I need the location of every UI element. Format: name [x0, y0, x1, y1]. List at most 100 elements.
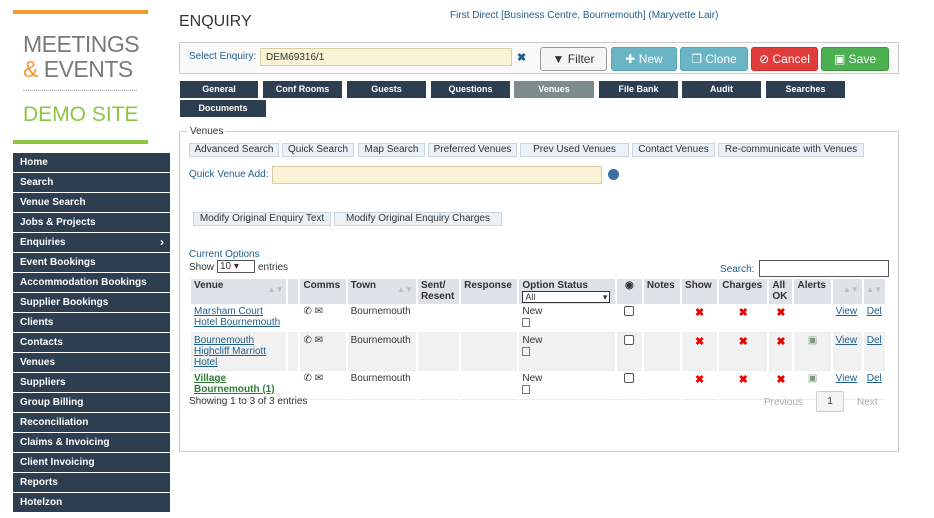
- sidebar-item-enquiries[interactable]: Enquiries ›: [13, 233, 170, 252]
- venue-link[interactable]: Village Bournemouth (1): [194, 373, 275, 395]
- tab-audit[interactable]: Audit: [682, 81, 761, 98]
- phone-icon[interactable]: ✆: [303, 373, 311, 384]
- map-search-button[interactable]: Map Search: [358, 143, 425, 157]
- sidebar-item-search[interactable]: Search: [13, 173, 170, 192]
- sidebar-item-clients[interactable]: Clients: [13, 313, 170, 332]
- town-cell: Bournemouth: [346, 304, 418, 333]
- charges-status-icon: ✖: [718, 304, 770, 333]
- col-response[interactable]: Response: [460, 279, 520, 304]
- enquiry-context: First Direct [Business Centre, Bournemou…: [450, 10, 719, 21]
- option-status-filter[interactable]: All ▾: [522, 291, 611, 303]
- search-input[interactable]: [759, 260, 889, 277]
- select-enquiry-input[interactable]: DEM69316/1: [260, 48, 512, 66]
- sidebar-item-client-invoicing[interactable]: Client Invoicing: [13, 453, 170, 472]
- alert-send-icon[interactable]: ▣: [808, 373, 817, 384]
- col-charges[interactable]: Charges: [718, 279, 770, 304]
- col-eye[interactable]: ◉: [615, 279, 644, 304]
- status-text: New: [522, 306, 543, 317]
- delete-link[interactable]: Del: [867, 306, 882, 317]
- next-page-button[interactable]: Next: [857, 397, 878, 408]
- modify-enquiry-charges-button[interactable]: Modify Original Enquiry Charges: [334, 212, 502, 226]
- sidebar-item-suppliers[interactable]: Suppliers: [13, 373, 170, 392]
- save-button[interactable]: ▣ Save: [821, 47, 889, 71]
- col-alerts[interactable]: Alerts: [793, 279, 833, 304]
- tab-questions[interactable]: Questions: [431, 81, 510, 98]
- col-comms[interactable]: Comms: [299, 279, 348, 304]
- show-label: Show: [189, 262, 215, 273]
- view-link[interactable]: View: [836, 306, 858, 317]
- sidebar-item-jobs-projects[interactable]: Jobs & Projects: [13, 213, 170, 232]
- phone-icon[interactable]: ✆: [303, 335, 311, 346]
- tab-venues[interactable]: Venues: [514, 81, 594, 98]
- document-icon[interactable]: [522, 318, 531, 327]
- email-icon[interactable]: ✉: [315, 306, 323, 317]
- email-icon[interactable]: ✉: [315, 335, 323, 346]
- tab-searches[interactable]: Searches: [766, 81, 845, 98]
- sidebar-item-venues[interactable]: Venues: [13, 353, 170, 372]
- alert-send-icon[interactable]: ▣: [808, 335, 817, 346]
- recommunicate-venues-button[interactable]: Re-communicate with Venues: [718, 143, 864, 157]
- col-town[interactable]: Town ▲▼: [346, 279, 418, 304]
- contact-venues-button[interactable]: Contact Venues: [632, 143, 715, 157]
- tab-guests[interactable]: Guests: [347, 81, 426, 98]
- view-link[interactable]: View: [836, 373, 858, 384]
- advanced-search-button[interactable]: Advanced Search: [189, 143, 279, 157]
- sidebar-item-reconciliation[interactable]: Reconciliation: [13, 413, 170, 432]
- sidebar-item-supplier-bookings[interactable]: Supplier Bookings: [13, 293, 170, 312]
- page-1-button[interactable]: 1: [816, 391, 844, 412]
- visibility-checkbox[interactable]: [624, 306, 635, 316]
- modify-enquiry-text-button[interactable]: Modify Original Enquiry Text: [193, 212, 331, 226]
- new-button[interactable]: ✚ New: [611, 47, 677, 71]
- sidebar-item-contacts[interactable]: Contacts: [13, 333, 170, 352]
- sidebar-item-reports[interactable]: Reports: [13, 473, 170, 492]
- save-icon: ▣: [833, 52, 846, 66]
- tab-documents[interactable]: Documents: [180, 100, 266, 117]
- col-allok[interactable]: All OK: [768, 279, 795, 304]
- sidebar-item-venue-search[interactable]: Venue Search: [13, 193, 170, 212]
- tab-general[interactable]: General: [180, 81, 258, 98]
- status-text: New: [522, 335, 543, 346]
- clear-icon[interactable]: ✖: [517, 51, 526, 64]
- sidebar-item-event-bookings[interactable]: Event Bookings: [13, 253, 170, 272]
- preferred-venues-button[interactable]: Preferred Venues: [428, 143, 517, 157]
- table-row: Marsham Court Hotel Bournemouth ✆ ✉ Bourne…: [191, 304, 888, 333]
- delete-link[interactable]: Del: [867, 335, 882, 346]
- venues-table: Venue ▲▼ Comms Town ▲▼ Sent/ Resent Respon…: [191, 279, 888, 400]
- col-option-status[interactable]: Option Status All ▾: [518, 279, 617, 304]
- page-size-select[interactable]: 10 ▾: [217, 260, 255, 273]
- delete-link[interactable]: Del: [867, 373, 882, 384]
- col-sent[interactable]: Sent/ Resent: [416, 279, 462, 304]
- quick-search-button[interactable]: Quick Search: [282, 143, 354, 157]
- venue-link[interactable]: Marsham Court Hotel Bournemouth: [194, 306, 280, 328]
- cancel-button[interactable]: ⊘ Cancel: [751, 47, 818, 71]
- sidebar-item-group-billing[interactable]: Group Billing: [13, 393, 170, 412]
- tab-conf-rooms[interactable]: Conf Rooms: [263, 81, 342, 98]
- col-show[interactable]: Show: [681, 279, 720, 304]
- view-link[interactable]: View: [836, 335, 858, 346]
- show-status-icon: ✖: [681, 304, 720, 333]
- search-label: Search:: [720, 264, 755, 275]
- document-icon[interactable]: [522, 347, 531, 356]
- clone-button[interactable]: ❐ Clone: [680, 47, 748, 71]
- sidebar-item-hotelzon[interactable]: Hotelzon: [13, 493, 170, 512]
- sidebar-item-home[interactable]: Home: [13, 153, 170, 172]
- filter-button[interactable]: ▼ Filter: [540, 47, 607, 71]
- prev-used-venues-button[interactable]: Prev Used Venues: [520, 143, 629, 157]
- visibility-checkbox[interactable]: [624, 373, 635, 383]
- col-notes[interactable]: Notes: [642, 279, 683, 304]
- phone-icon[interactable]: ✆: [303, 306, 311, 317]
- site-logo: MEETINGS & EVENTS DEMO SITE: [13, 10, 148, 146]
- visibility-checkbox[interactable]: [624, 335, 635, 345]
- col-venue[interactable]: Venue ▲▼: [191, 279, 289, 304]
- venue-link[interactable]: Bournemouth Highcliff Marriott Hotel: [194, 335, 266, 368]
- document-icon[interactable]: [522, 385, 531, 394]
- globe-icon[interactable]: [608, 169, 619, 180]
- prev-page-button[interactable]: Previous: [764, 397, 803, 408]
- tab-file-bank[interactable]: File Bank: [599, 81, 678, 98]
- sidebar-item-accommodation-bookings[interactable]: Accommodation Bookings: [13, 273, 170, 292]
- quick-venue-add-input[interactable]: [272, 166, 602, 184]
- logo-line1: MEETINGS: [23, 31, 140, 57]
- email-icon[interactable]: ✉: [315, 373, 323, 384]
- current-options-heading: Current Options: [189, 249, 260, 260]
- sidebar-item-claims-invoicing[interactable]: Claims & Invoicing: [13, 433, 170, 452]
